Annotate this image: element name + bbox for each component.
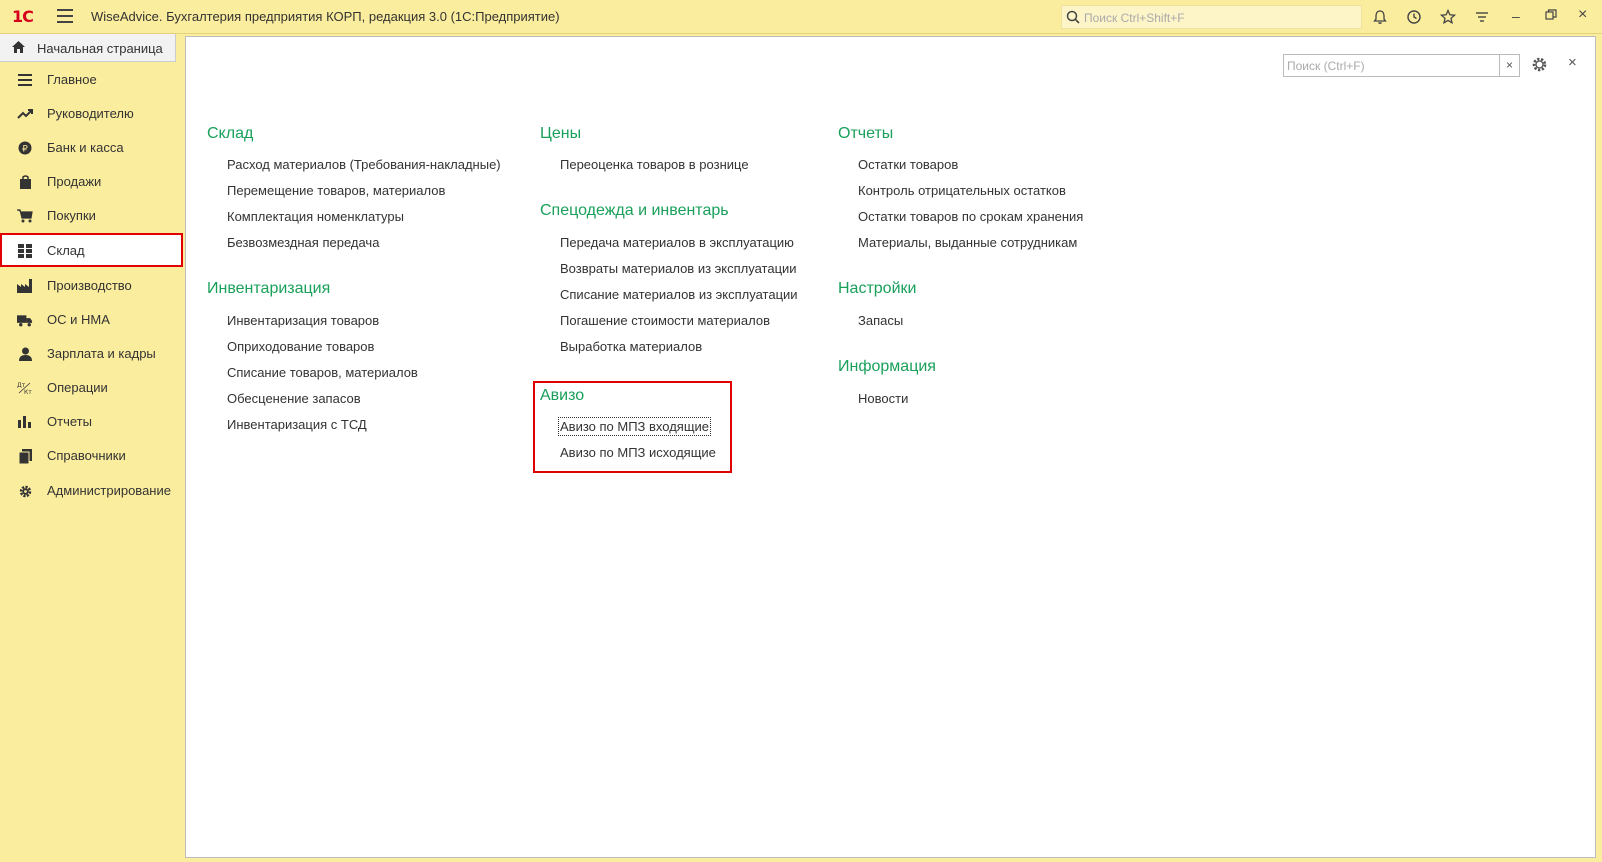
sidebar-item-manager[interactable]: Руководителю (0, 96, 183, 130)
link-item[interactable]: Запасы (858, 313, 903, 328)
section-title-otchety: Отчеты (838, 125, 894, 142)
sidebar-item-salary[interactable]: Зарплата и кадры (0, 336, 183, 370)
sidebar-item-reports[interactable]: Отчеты (0, 404, 183, 438)
global-search-placeholder: Поиск Ctrl+Shift+F (1084, 11, 1185, 25)
section-title-nastroiki: Настройки (838, 280, 917, 297)
tab-home[interactable]: Начальная страница (0, 34, 176, 62)
warehouse-icon (17, 243, 33, 259)
link-item[interactable]: Перемещение товаров, материалов (227, 183, 445, 198)
link-item[interactable]: Контроль отрицательных остатков (858, 183, 1066, 198)
link-item[interactable]: Оприходование товаров (227, 339, 374, 354)
menu-lines-icon (17, 72, 33, 88)
trend-icon (17, 106, 33, 122)
sidebar-item-label: Главное (47, 72, 97, 87)
link-item[interactable]: Комплектация номенклатуры (227, 209, 404, 224)
sidebar-item-purchases[interactable]: Покупки (0, 198, 183, 232)
section-title-sklad: Склад (207, 125, 254, 142)
link-avizo-incoming[interactable]: Авизо по МПЗ входящие (557, 417, 712, 436)
global-search-input[interactable]: Поиск Ctrl+Shift+F (1061, 5, 1362, 29)
sidebar-item-label: Производство (47, 278, 132, 293)
gear-icon (17, 483, 33, 499)
gear-icon[interactable] (1531, 56, 1548, 73)
star-icon[interactable] (1438, 7, 1458, 27)
link-item[interactable]: Материалы, выданные сотрудникам (858, 235, 1077, 250)
cart-icon (17, 208, 33, 224)
link-item[interactable]: Безвозмездная передача (227, 235, 379, 250)
app-title: WiseAdvice. Бухгалтерия предприятия КОРП… (91, 9, 560, 24)
link-item[interactable]: Погашение стоимости материалов (560, 313, 770, 328)
section-title-specodezhda: Спецодежда и инвентарь (540, 202, 729, 219)
truck-icon (17, 312, 33, 328)
dt-kt-icon: Дт Кт (17, 380, 33, 396)
sidebar-item-label: Операции (47, 380, 108, 395)
bar-chart-icon (17, 414, 33, 430)
sidebar-item-label: Склад (47, 243, 85, 258)
sidebar-item-admin[interactable]: Администрирование (0, 473, 183, 507)
sidebar-item-operations[interactable]: Дт Кт Операции (0, 370, 183, 404)
sidebar-item-catalogs[interactable]: Справочники (0, 438, 183, 472)
hamburger-menu-icon[interactable] (57, 9, 73, 23)
sidebar-item-label: Продажи (47, 174, 102, 189)
sidebar-item-label: Справочники (47, 448, 126, 463)
close-window-icon[interactable]: × (1578, 6, 1587, 24)
sidebar-item-label: Отчеты (47, 414, 92, 429)
sidebar-item-label: ОС и НМА (47, 312, 110, 327)
bag-icon (17, 174, 33, 190)
link-item[interactable]: Новости (858, 391, 908, 406)
factory-icon (17, 278, 33, 294)
clear-search-button[interactable]: × (1499, 55, 1519, 76)
history-icon[interactable] (1404, 7, 1424, 27)
person-icon (17, 346, 33, 362)
sidebar: Главное Руководителю ₽ Банк и касса Прод… (0, 62, 185, 862)
coin-icon: ₽ (17, 140, 33, 156)
sidebar-item-label: Руководителю (47, 106, 134, 121)
main-panel: Поиск (Ctrl+F) × × Склад Расход материал… (185, 36, 1596, 858)
restore-icon[interactable] (1545, 8, 1557, 24)
sidebar-item-production[interactable]: Производство (0, 268, 183, 302)
sidebar-item-sales[interactable]: Продажи (0, 164, 183, 198)
bell-icon[interactable] (1370, 7, 1390, 27)
section-title-informacia: Информация (838, 358, 936, 375)
link-item[interactable]: Остатки товаров по срокам хранения (858, 209, 1083, 224)
books-icon (17, 448, 33, 464)
tab-home-label: Начальная страница (37, 41, 163, 56)
sidebar-item-label: Банк и касса (47, 140, 124, 155)
section-title-avizo: Авизо (540, 387, 585, 404)
link-item[interactable]: Выработка материалов (560, 339, 702, 354)
link-item[interactable]: Расход материалов (Требования-накладные) (227, 157, 501, 172)
title-bar: 1С WiseAdvice. Бухгалтерия предприятия К… (0, 0, 1602, 34)
svg-text:Кт: Кт (24, 389, 32, 395)
sidebar-item-label: Администрирование (47, 483, 171, 498)
link-item[interactable]: Остатки товаров (858, 157, 958, 172)
section-title-ceny: Цены (540, 125, 582, 142)
close-panel-button[interactable]: × (1568, 54, 1577, 71)
minimize-icon[interactable]: – (1512, 8, 1520, 24)
app-logo: 1С (12, 7, 34, 26)
link-item[interactable]: Инвентаризация с ТСД (227, 417, 367, 432)
svg-text:₽: ₽ (22, 145, 28, 155)
link-item[interactable]: Списание товаров, материалов (227, 365, 418, 380)
section-search-placeholder: Поиск (Ctrl+F) (1287, 59, 1365, 73)
sidebar-item-bank[interactable]: ₽ Банк и касса (0, 130, 183, 164)
link-item[interactable]: Списание материалов из эксплуатации (560, 287, 798, 302)
settings-lines-icon[interactable] (1472, 7, 1492, 27)
link-item[interactable]: Переоценка товаров в рознице (560, 157, 749, 172)
link-item[interactable]: Инвентаризация товаров (227, 313, 379, 328)
section-search-input[interactable]: Поиск (Ctrl+F) × (1283, 54, 1520, 77)
link-item[interactable]: Обесценение запасов (227, 391, 361, 406)
link-item[interactable]: Передача материалов в эксплуатацию (560, 235, 794, 250)
search-icon (1066, 10, 1080, 24)
section-title-inventarizacia: Инвентаризация (207, 280, 331, 297)
link-avizo-outgoing[interactable]: Авизо по МПЗ исходящие (560, 445, 716, 460)
sidebar-item-warehouse[interactable]: Склад (0, 233, 183, 267)
home-icon (12, 41, 25, 53)
sidebar-item-label: Зарплата и кадры (47, 346, 156, 361)
sidebar-item-assets[interactable]: ОС и НМА (0, 302, 183, 336)
sidebar-item-label: Покупки (47, 208, 96, 223)
sidebar-item-main[interactable]: Главное (0, 62, 183, 96)
link-item[interactable]: Возвраты материалов из эксплуатации (560, 261, 797, 276)
